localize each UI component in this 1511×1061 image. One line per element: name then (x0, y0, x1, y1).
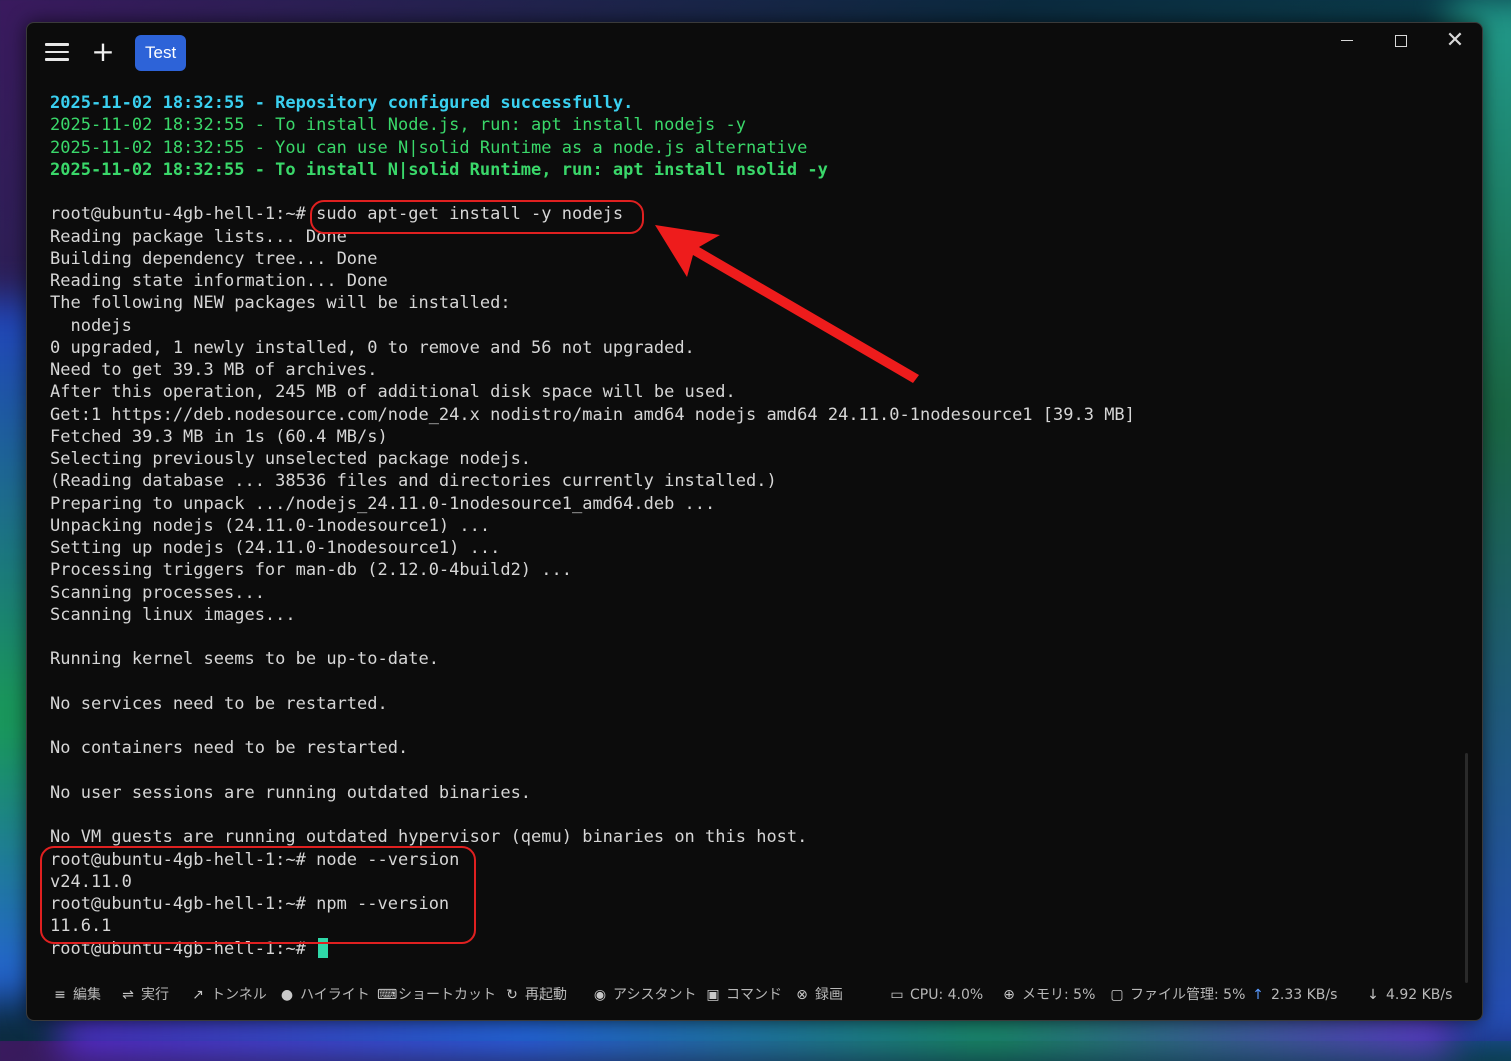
arrow-up-icon: ↑ (1252, 987, 1264, 1003)
lightbulb-icon: ● (280, 987, 294, 1003)
status-highlight-button[interactable]: ● ハイライト (279, 985, 370, 1005)
status-record-button[interactable]: ⊗ 録画 (794, 985, 843, 1005)
folder-icon: ▢ (1110, 987, 1124, 1003)
status-restart-button[interactable]: ↻ 再起動 (504, 985, 567, 1005)
arrow-down-icon: ↓ (1367, 987, 1379, 1003)
status-tunnel-button[interactable]: ↗ トンネル (190, 985, 267, 1005)
status-command-button[interactable]: ▣ コマンド (705, 985, 782, 1005)
record-icon: ⊗ (796, 987, 808, 1003)
red-arrow-annotation (655, 225, 919, 383)
run-icon: ⇌ (122, 987, 134, 1003)
cpu-usage: ▭ CPU: 4.0% (890, 987, 984, 1003)
download-speed: ↓ 4.92 KB/s (1365, 985, 1452, 1005)
restart-icon: ↻ (506, 987, 518, 1003)
status-assistant-button[interactable]: ◉ アシスタント (592, 985, 697, 1005)
terminal-window: + Test ✕ 2025-11-02 18:32:55 - Repositor… (26, 22, 1483, 1021)
file-manager-usage[interactable]: ▢ ファイル管理: 5% (1109, 985, 1245, 1005)
upload-speed: ↑ 2.33 KB/s (1250, 985, 1337, 1005)
memory-usage: ⊕ メモリ: 5% (1001, 985, 1095, 1005)
status-bar: ≡ 編集 ⇌ 実行 ↗ トンネル ● ハイライト ⌨ショートカット ↻ 再起動 ◉ アシスタ… (27, 968, 1482, 1020)
assistant-icon: ◉ (593, 987, 607, 1003)
command-icon: ▣ (706, 987, 720, 1003)
keyboard-icon: ⌨ (377, 987, 398, 1003)
monitor-icon: ▭ (890, 987, 904, 1003)
memory-chip-icon: ⊕ (1003, 987, 1015, 1003)
status-shortcut-button[interactable]: ⌨ショートカット (377, 985, 496, 1005)
edit-icon: ≡ (54, 987, 66, 1003)
scrollbar[interactable] (1465, 753, 1468, 983)
status-edit-button[interactable]: ≡ 編集 (52, 985, 101, 1005)
tunnel-icon: ↗ (192, 987, 204, 1003)
status-run-button[interactable]: ⇌ 実行 (120, 985, 169, 1005)
